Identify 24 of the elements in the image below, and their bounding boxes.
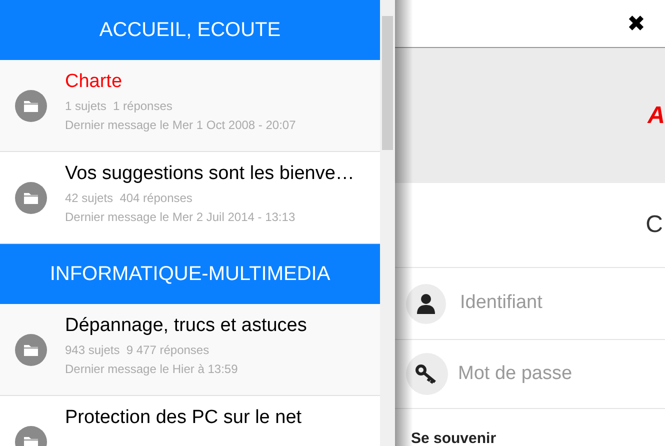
folder-icon [15, 90, 47, 122]
username-field[interactable]: Identifiant [460, 289, 665, 318]
remember-label: Se souvenir [411, 430, 496, 446]
forum-title[interactable]: Vos suggestions sont les bienve… [65, 162, 354, 186]
folder-icon [15, 182, 47, 214]
user-icon [406, 284, 446, 324]
forum-title[interactable]: Protection des PC sur le net [65, 406, 302, 430]
category-header: ACCUEIL, ECOUTE [0, 0, 380, 60]
scrollbar[interactable] [380, 0, 395, 446]
heading: C [646, 210, 663, 240]
forum-stats: 42 sujets 404 réponses [65, 190, 194, 207]
folder-icon [15, 334, 47, 366]
forum-title[interactable]: Dépannage, trucs et astuces [65, 314, 307, 338]
last-post: Dernier message le Mer 2 Juil 2014 - 13:13 [65, 209, 296, 226]
password-field[interactable]: Mot de passe [458, 360, 665, 388]
forum-stats: 1 sujets 1 réponses [65, 98, 174, 115]
key-icon [406, 353, 448, 395]
last-post: Dernier message le Mer 1 Oct 2008 - 20:07 [65, 117, 296, 134]
last-post: Dernier message le Hier à 13:59 [65, 361, 239, 378]
close-button[interactable]: ✖ [627, 7, 645, 40]
category-header: INFORMATIQUE-MULTIMEDIA [0, 244, 380, 304]
forum-stats: 943 sujets 9 477 réponses [65, 342, 210, 359]
forum-title[interactable]: Charte [65, 70, 296, 94]
logo: A [648, 100, 665, 130]
